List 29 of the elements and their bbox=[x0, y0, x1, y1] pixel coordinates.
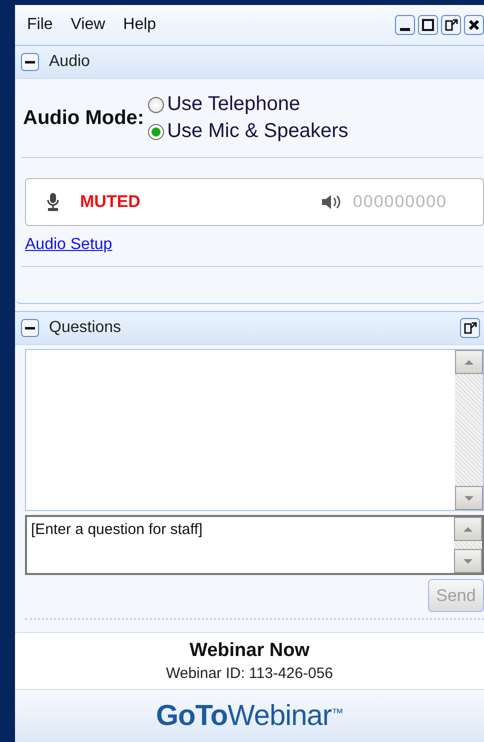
scroll-down-icon[interactable] bbox=[455, 486, 483, 510]
scroll-up-icon[interactable] bbox=[455, 350, 483, 374]
webinar-title: Webinar Now bbox=[190, 640, 310, 662]
scrollbar[interactable] bbox=[454, 517, 482, 573]
section-title: Questions bbox=[49, 319, 122, 337]
collapse-icon[interactable] bbox=[21, 53, 39, 71]
speaker-level: 000000000 bbox=[352, 192, 447, 212]
webinar-id: Webinar ID: 113-426-056 bbox=[166, 665, 334, 682]
popout-icon[interactable] bbox=[441, 15, 461, 35]
scrollbar[interactable] bbox=[455, 350, 483, 510]
audio-setup-link[interactable]: Audio Setup bbox=[25, 236, 112, 254]
menu-item[interactable]: View bbox=[70, 16, 106, 34]
radio-option[interactable]: Use Telephone bbox=[148, 91, 348, 118]
minimize-icon[interactable] bbox=[395, 15, 415, 35]
audio-mode-label: Audio Mode: bbox=[23, 106, 144, 130]
close-icon[interactable] bbox=[464, 15, 484, 35]
menu-item[interactable]: File bbox=[27, 16, 53, 34]
scroll-down-icon[interactable] bbox=[454, 549, 482, 573]
collapse-icon[interactable] bbox=[21, 319, 39, 337]
logo: GoToWebinar$^{™}$ bbox=[156, 700, 344, 732]
section-title: Audio bbox=[49, 53, 90, 71]
menu-item[interactable]: Help bbox=[123, 16, 156, 34]
scroll-up-icon[interactable] bbox=[454, 517, 482, 541]
radio-option[interactable]: Use Mic & Speakers bbox=[148, 118, 348, 145]
microphone-icon bbox=[46, 193, 60, 211]
mic-status: MUTED bbox=[80, 192, 140, 212]
popout-icon[interactable] bbox=[460, 318, 480, 338]
speaker-icon bbox=[320, 194, 341, 210]
maximize-icon[interactable] bbox=[418, 15, 438, 35]
